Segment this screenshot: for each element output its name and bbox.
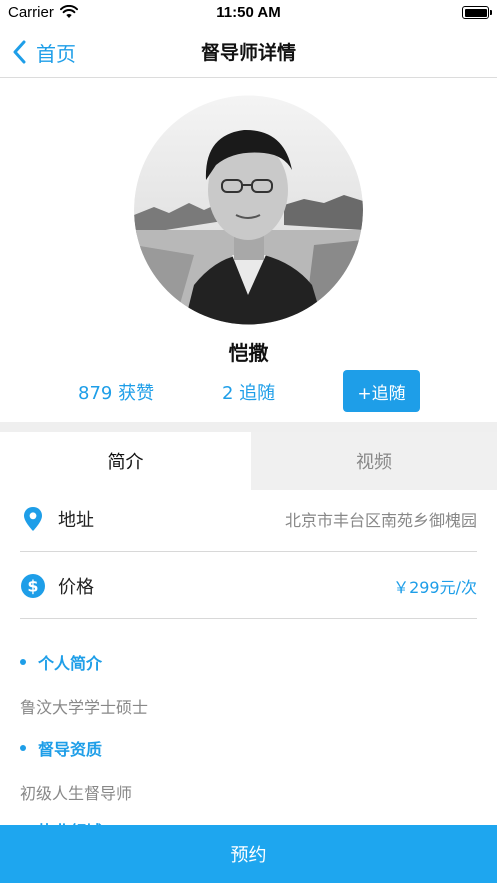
svg-text:$: $ (27, 576, 38, 595)
clock: 11:50 AM (216, 4, 281, 21)
section-heading-bio: 个人简介 (20, 650, 102, 674)
bullet-dot-icon (20, 745, 26, 751)
follow-button[interactable]: +追随 (343, 370, 420, 412)
navigation-bar: 首页 督导师详情 (0, 26, 497, 78)
address-label: 地址 (58, 509, 94, 531)
tab-video[interactable]: 视频 (251, 432, 497, 490)
followers-count[interactable]: 2 追随 (222, 379, 275, 405)
battery-level (464, 8, 487, 17)
tab-bar: 简介 视频 (0, 432, 497, 490)
likes-count[interactable]: 879 获赞 (78, 379, 154, 405)
section-divider (0, 422, 497, 432)
tab-intro[interactable]: 简介 (0, 432, 251, 490)
section-heading-qualification: 督导资质 (20, 736, 102, 760)
avatar[interactable] (134, 95, 363, 325)
location-pin-icon (20, 506, 46, 532)
section-text-bio: 鲁汶大学学士硕士 (20, 698, 149, 717)
section-title: 督导资质 (38, 740, 103, 759)
bullet-dot-icon (20, 659, 26, 665)
supervisor-name: 恺撒 (228, 341, 269, 365)
section-text-qualification: 初级人生督导师 (20, 784, 133, 803)
page-title: 督导师详情 (200, 42, 296, 64)
status-bar: Carrier 11:50 AM (0, 0, 497, 26)
address-value: 北京市丰台区南苑乡御槐园 (284, 510, 477, 530)
battery-icon (462, 6, 492, 19)
price-value: ￥299元/次 (393, 577, 477, 597)
section-title: 个人简介 (38, 654, 103, 673)
profile-header: 恺撒 879 获赞 2 追随 +追随 (0, 79, 497, 422)
book-button[interactable]: 预约 (0, 825, 497, 883)
address-row: 地址 北京市丰台区南苑乡御槐园 (20, 486, 477, 552)
price-label: 价格 (58, 576, 94, 598)
price-row: $ 价格 ￥299元/次 (20, 553, 477, 619)
dollar-icon: $ (20, 573, 46, 599)
